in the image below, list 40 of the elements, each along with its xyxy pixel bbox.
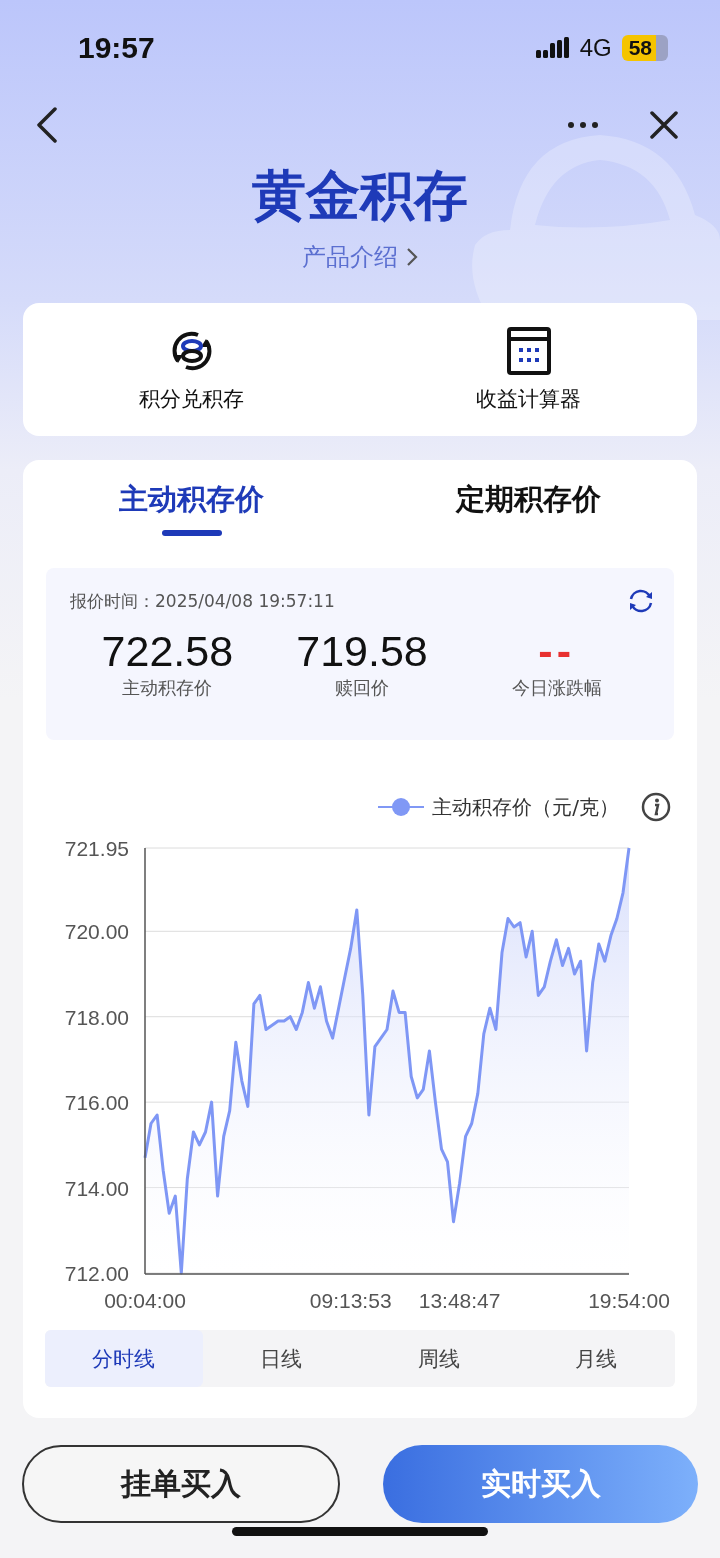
price-tab[interactable]: 主动积存价 — [23, 476, 360, 536]
price-value: 722.58 — [101, 626, 234, 676]
refresh-icon[interactable] — [628, 588, 654, 614]
back-icon[interactable] — [36, 107, 58, 143]
x-axis-label: 13:48:47 — [418, 1289, 501, 1312]
price-value: 719.58 — [296, 626, 428, 676]
battery-indicator: 58 — [621, 35, 668, 61]
period-tab[interactable]: 周线 — [360, 1330, 518, 1387]
shortcut-item[interactable]: 积分兑积存 — [23, 303, 360, 436]
status-time: 19:57 — [78, 30, 155, 66]
close-icon[interactable] — [650, 111, 678, 139]
page-title: 黄金积存 — [251, 163, 469, 229]
y-axis-label: 721.95 — [64, 837, 129, 860]
info-icon[interactable] — [641, 792, 671, 822]
shortcut-item[interactable]: 收益计算器 — [360, 303, 697, 436]
y-axis-label: 716.00 — [64, 1091, 129, 1115]
signal-icon — [535, 37, 570, 59]
calculator-icon — [506, 326, 551, 375]
quote-time: 报价时间：2025/04/08 19:57:11 — [70, 589, 335, 613]
chevron-icon — [406, 247, 418, 267]
price-tab[interactable]: 定期积存价 — [360, 476, 697, 536]
order-buy-button[interactable]: 挂单买入 — [22, 1445, 340, 1523]
legend-label: 主动积存价（元/克） — [432, 793, 619, 821]
y-axis-label: 714.00 — [64, 1176, 129, 1200]
period-tab[interactable]: 月线 — [517, 1330, 675, 1387]
more-icon[interactable] — [568, 122, 598, 128]
y-axis-label: 712.00 — [64, 1262, 129, 1285]
y-axis-label: 720.00 — [64, 920, 129, 944]
price-label: 赎回价 — [335, 676, 389, 700]
period-tab[interactable]: 分时线 — [45, 1330, 203, 1387]
x-axis-label: 00:04:00 — [104, 1289, 186, 1312]
x-axis-label: 09:13:53 — [309, 1289, 392, 1312]
price-label: 主动积存价 — [122, 676, 213, 700]
price-label: 今日涨跌幅 — [511, 676, 602, 700]
x-axis-label: 19:54:00 — [588, 1289, 670, 1312]
y-axis-label: 718.00 — [64, 1005, 129, 1029]
price-value: -- — [538, 626, 575, 676]
network-label: 4G — [579, 34, 612, 62]
legend-marker-icon — [378, 797, 425, 817]
period-tab[interactable]: 日线 — [202, 1330, 360, 1387]
